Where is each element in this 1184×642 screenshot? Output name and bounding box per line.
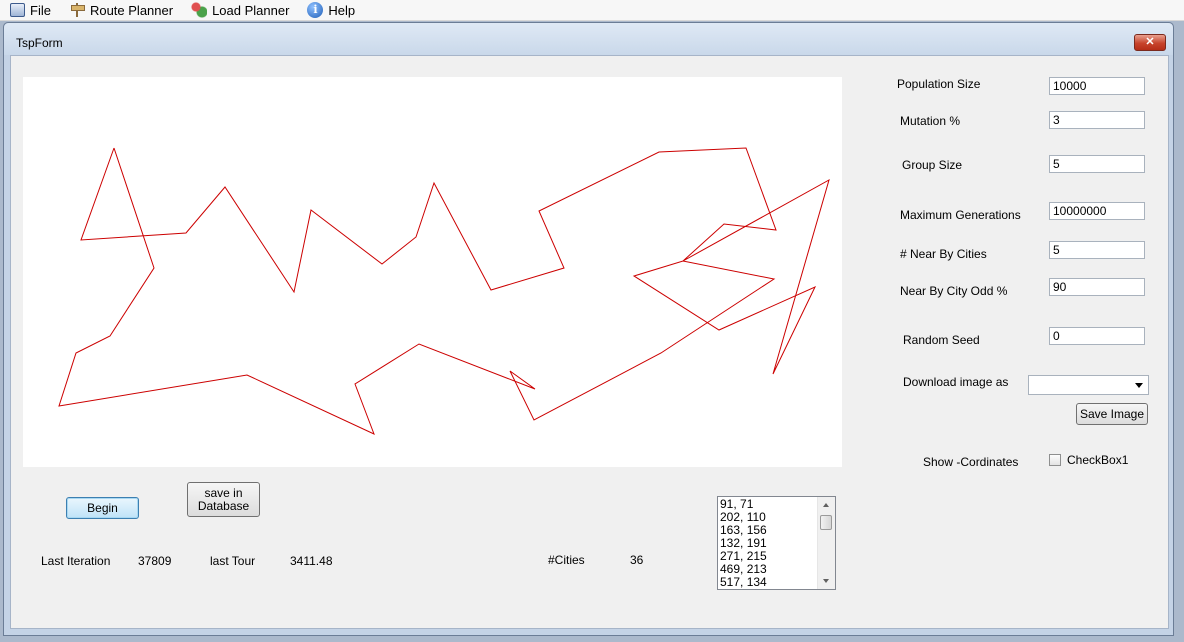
group-size-input[interactable]: 5 [1049,155,1145,173]
menu-route-planner[interactable]: Route Planner [69,2,173,18]
help-icon: i [307,2,324,18]
window-title: TspForm [16,36,63,50]
close-icon: ✕ [1145,36,1155,48]
population-size-label: Population Size [897,77,981,91]
menu-help-label: Help [328,2,356,18]
tsp-form-window: TspForm ✕ Population Size 10000 Mutation… [3,22,1174,636]
route-plot [58,147,830,435]
coordinates-listbox[interactable]: 91, 71 202, 110 163, 156 132, 191 271, 2… [717,496,836,590]
menu-file-label: File [30,2,51,18]
menu-bar: File Route Planner Load Planner i Help [0,0,1184,21]
random-seed-input[interactable]: 0 [1049,327,1145,345]
last-iteration-label: Last Iteration [41,554,111,568]
list-item[interactable]: 517, 134 [720,576,767,589]
menu-load-planner-label: Load Planner [212,2,290,18]
mutation-label: Mutation % [900,114,961,128]
title-bar: TspForm ✕ [4,23,1173,55]
menu-help[interactable]: i Help [307,2,355,18]
chevron-down-icon [1135,383,1143,388]
last-tour-value: 3411.48 [290,554,333,568]
checkbox-label: CheckBox1 [1067,453,1129,467]
load-icon [191,2,208,18]
near-by-cities-label: # Near By Cities [900,247,987,261]
cities-count-label: #Cities [548,553,585,567]
show-coordinates-label: Show -Cordinates [923,455,1019,469]
save-image-button[interactable]: Save Image [1076,403,1148,425]
max-generations-input[interactable]: 10000000 [1049,202,1145,220]
last-iteration-value: 37809 [138,554,172,568]
form-client-area: Population Size 10000 Mutation % 3 Group… [10,55,1169,629]
coordinates-items: 91, 71 202, 110 163, 156 132, 191 271, 2… [720,498,767,589]
scroll-down-icon[interactable] [823,579,829,583]
route-path [58,147,830,435]
group-size-label: Group Size [902,158,963,172]
file-icon [10,3,25,17]
download-image-label: Download image as [903,375,1009,389]
scroll-up-icon[interactable] [823,503,829,507]
show-coordinates-checkbox[interactable] [1049,454,1061,466]
route-canvas [23,77,842,467]
near-by-city-odd-input[interactable]: 90 [1049,278,1145,296]
close-button[interactable]: ✕ [1134,34,1166,51]
cities-count-value: 36 [630,553,644,567]
menu-load-planner[interactable]: Load Planner [191,2,289,18]
begin-button-label: Begin [87,501,118,515]
near-by-city-odd-label: Near By City Odd % [900,284,1008,298]
signpost-icon [69,2,85,18]
begin-button[interactable]: Begin [66,497,139,519]
random-seed-label: Random Seed [903,333,980,347]
menu-route-planner-label: Route Planner [89,2,174,18]
mutation-input[interactable]: 3 [1049,111,1145,129]
population-size-input[interactable]: 10000 [1049,77,1145,95]
save-in-database-button[interactable]: save in Database [187,482,260,517]
max-generations-label: Maximum Generations [900,208,1021,222]
near-by-cities-input[interactable]: 5 [1049,241,1145,259]
save-button-line2: Database [197,499,250,513]
listbox-scrollbar[interactable] [817,497,835,589]
download-format-select[interactable] [1028,375,1149,395]
menu-file[interactable]: File [10,3,51,18]
last-tour-label: last Tour [210,554,256,568]
scroll-thumb[interactable] [820,515,832,530]
